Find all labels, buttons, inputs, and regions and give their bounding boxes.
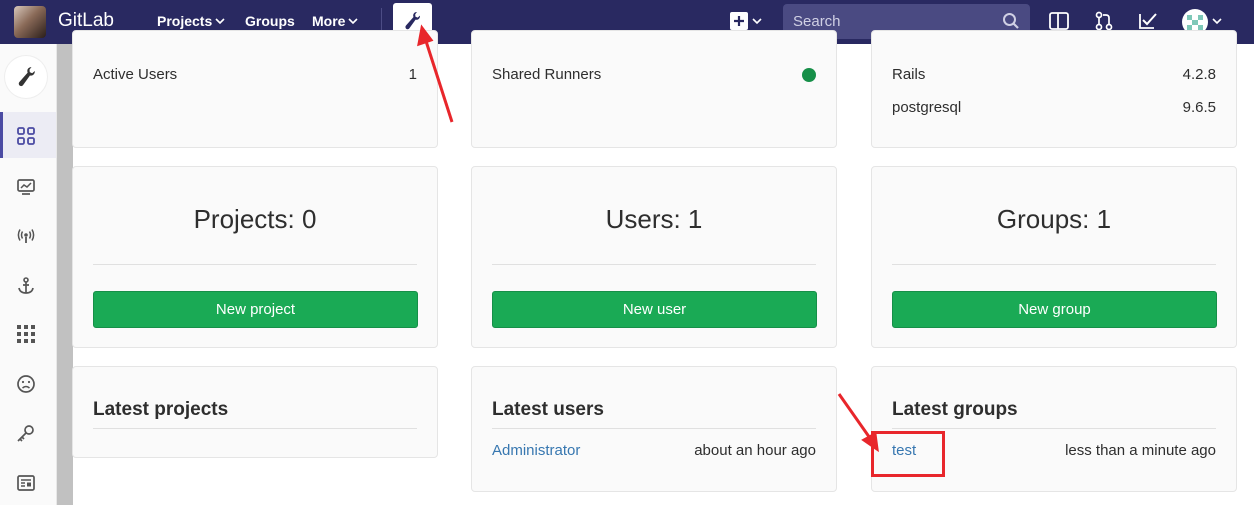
component-version: 9.6.5 <box>1182 99 1216 116</box>
projects-dropdown[interactable]: Projects <box>157 13 226 29</box>
statistics-card: Active Users 1 <box>72 30 438 148</box>
sidebar-item-monitoring[interactable] <box>0 163 56 209</box>
messages-broadcast-icon <box>17 229 35 243</box>
users-count-card: Users: 1 New user <box>471 166 837 348</box>
latest-projects-title: Latest projects <box>93 399 229 420</box>
annotation-highlight-box <box>871 431 945 477</box>
new-group-button[interactable]: New group <box>892 291 1217 328</box>
monitoring-icon <box>17 179 35 195</box>
sidebar-item-overview[interactable] <box>0 112 56 158</box>
page-scrollbar[interactable] <box>57 44 73 505</box>
projects-count-title: Projects: 0 <box>193 204 317 234</box>
divider <box>492 264 816 265</box>
overview-grid-icon <box>17 127 35 145</box>
components-card: Rails 4.2.8 postgresql 9.6.5 <box>871 30 1237 148</box>
chevron-down-icon <box>215 18 225 25</box>
deploy-keys-icon <box>17 425 34 442</box>
shared-runners-label: Shared Runners <box>492 66 602 83</box>
latest-projects-card: Latest projects <box>72 366 438 458</box>
sidebar-item-applications[interactable] <box>0 310 56 356</box>
more-dropdown[interactable]: More <box>312 13 359 29</box>
component-row: Rails 4.2.8 <box>892 66 1216 83</box>
sidebar-item-system-hooks[interactable] <box>0 262 56 308</box>
sidebar-toggle-icon[interactable] <box>1048 10 1070 32</box>
component-version: 4.2.8 <box>1182 66 1216 83</box>
latest-users-card: Latest users Administrator about an hour… <box>471 366 837 492</box>
annotation-arrow-group <box>837 393 874 442</box>
sidebar-item-messages[interactable] <box>0 212 56 258</box>
sidebar-item-service-templates[interactable] <box>0 459 56 505</box>
component-row: postgresql 9.6.5 <box>892 99 1216 116</box>
user-created-time: about an hour ago <box>694 442 816 459</box>
search-icon <box>1003 13 1019 29</box>
sidebar-item-deploy-keys[interactable] <box>0 410 56 456</box>
active-users-label: Active Users <box>93 66 178 83</box>
divider <box>892 264 1216 265</box>
features-card: Shared Runners <box>471 30 837 148</box>
component-name: Rails <box>892 66 926 83</box>
component-name: postgresql <box>892 99 962 116</box>
new-project-button[interactable]: New project <box>93 291 418 328</box>
chevron-down-icon <box>348 18 359 25</box>
system-hooks-icon <box>18 277 34 294</box>
latest-users-title: Latest users <box>492 399 604 420</box>
new-user-button[interactable]: New user <box>492 291 817 328</box>
user-avatar-thumbnail[interactable] <box>14 6 46 38</box>
users-count-title: Users: 1 <box>605 204 703 234</box>
merge-request-icon[interactable] <box>1093 10 1115 32</box>
shared-runners-row: Shared Runners <box>492 66 816 83</box>
group-created-time: less than a minute ago <box>1065 442 1216 459</box>
projects-count-card: Projects: 0 New project <box>72 166 438 348</box>
divider <box>93 264 417 265</box>
latest-groups-title: Latest groups <box>892 399 1018 420</box>
wrench-icon <box>405 12 421 30</box>
sidebar-item-abuse-reports[interactable] <box>0 360 56 406</box>
groups-link[interactable]: Groups <box>245 13 295 29</box>
divider <box>892 428 1216 429</box>
service-templates-icon <box>17 475 35 491</box>
wrench-icon <box>18 67 35 87</box>
admin-area-avatar[interactable] <box>5 56 47 98</box>
active-users-row: Active Users 1 <box>93 66 417 83</box>
groups-count-card: Groups: 1 New group <box>871 166 1237 348</box>
groups-count-title: Groups: 1 <box>996 204 1112 234</box>
projects-label: Projects <box>157 13 213 29</box>
abuse-reports-icon <box>17 375 35 393</box>
gitlab-brand[interactable]: GitLab <box>58 10 114 32</box>
divider <box>492 428 816 429</box>
plus-square-icon <box>730 12 762 30</box>
todo-check-icon[interactable] <box>1137 10 1159 32</box>
user-link-administrator[interactable]: Administrator <box>492 442 580 459</box>
status-on-indicator <box>802 68 816 82</box>
more-label: More <box>312 13 346 29</box>
admin-sidebar <box>0 44 57 505</box>
divider <box>93 428 417 429</box>
applications-icon <box>17 325 35 343</box>
active-users-value: 1 <box>408 66 417 83</box>
